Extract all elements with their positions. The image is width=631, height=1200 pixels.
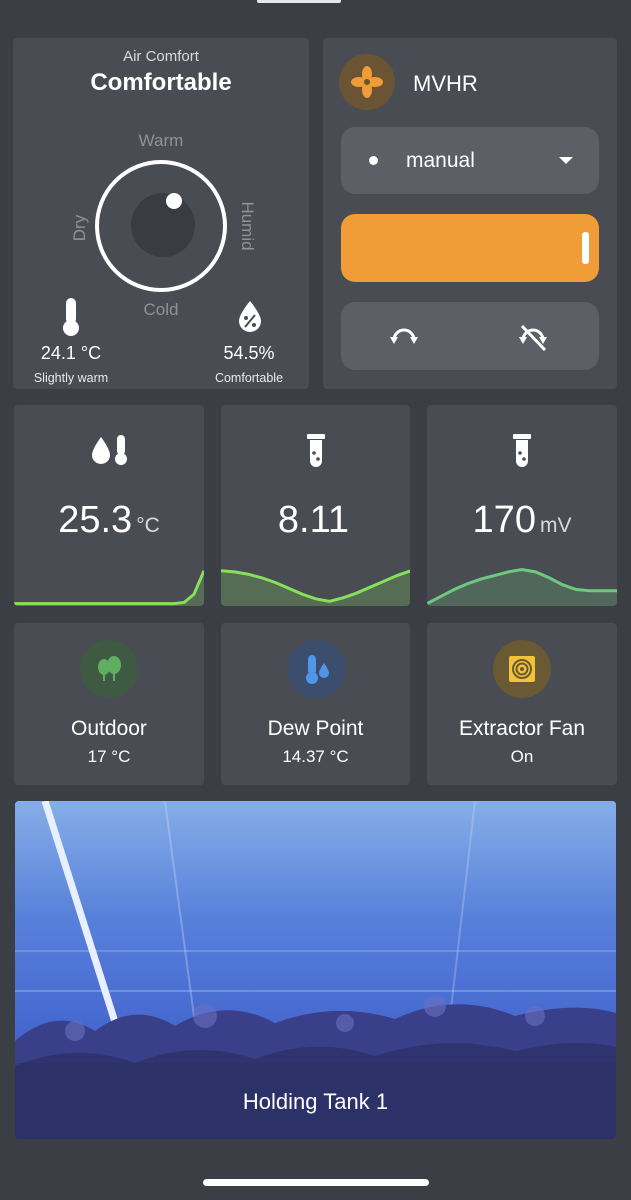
test-tube-icon <box>427 433 617 469</box>
sensor-unit: mV <box>539 514 572 537</box>
humidity-status: Comfortable <box>214 371 284 385</box>
air-comfort-state: Comfortable <box>90 69 232 96</box>
air-comfort-title: Air Comfort <box>123 48 199 65</box>
slider-handle[interactable] <box>582 232 589 264</box>
extractor-fan-icon <box>493 640 551 698</box>
mode-select-value: manual <box>406 149 475 172</box>
entity-name: Dew Point <box>267 717 364 740</box>
sparkline-line <box>14 570 204 606</box>
no-rotate-icon[interactable] <box>516 320 550 354</box>
mode-select[interactable]: manual <box>341 127 599 194</box>
mode-dot-icon <box>369 156 378 165</box>
water-temperature-icon <box>14 433 204 467</box>
thermometer-water-icon <box>287 640 345 698</box>
fan-speed-slider[interactable] <box>341 214 599 282</box>
fan-icon[interactable] <box>339 54 395 110</box>
thermometer-icon <box>57 296 85 343</box>
chevron-down-icon <box>559 157 573 164</box>
sparkline <box>427 568 617 606</box>
sensor-card-ph[interactable]: 8.11 <box>221 405 410 606</box>
entity-state: 17 °C <box>87 747 131 766</box>
entity-state: 14.37 °C <box>282 747 349 766</box>
tree-icon <box>80 640 138 698</box>
top-tab-indicator <box>257 0 341 3</box>
humidity-value: 54.5% <box>223 343 275 363</box>
rotate-icon[interactable] <box>387 320 421 354</box>
temperature-status: Slightly warm <box>33 371 109 385</box>
humidity-drop-icon <box>236 300 264 339</box>
entity-card-outdoor[interactable]: Outdoor 17 °C <box>14 623 204 785</box>
sensor-card-temperature[interactable]: 25.3 °C <box>14 405 204 606</box>
sensor-reading: 170 <box>472 499 536 541</box>
dial-label-dry: Dry <box>70 214 89 242</box>
temperature-value: 24.1 °C <box>40 343 102 363</box>
camera-feed[interactable]: Holding Tank 1 <box>15 801 616 1139</box>
entity-card-extractor-fan[interactable]: Extractor Fan On <box>427 623 617 785</box>
entity-name: Outdoor <box>71 717 147 740</box>
sensor-value: 8.11 <box>221 499 410 542</box>
comfort-dial-indicator <box>166 193 182 209</box>
dial-label-warm: Warm <box>138 131 184 150</box>
sensor-value: 170 mV <box>427 499 617 542</box>
sensor-value: 25.3 °C <box>14 499 204 542</box>
mvhr-card: MVHR manual <box>323 38 617 389</box>
sensor-reading: 25.3 <box>58 499 133 541</box>
entity-name: Extractor Fan <box>458 717 586 740</box>
entity-state: On <box>510 747 534 766</box>
home-indicator <box>203 1179 429 1186</box>
mvhr-title: MVHR <box>413 71 478 96</box>
sparkline-area <box>14 570 204 606</box>
sensor-card-orp[interactable]: 170 mV <box>427 405 617 606</box>
direction-controls <box>341 302 599 370</box>
sensor-reading: 8.11 <box>277 499 350 541</box>
camera-label: Holding Tank 1 <box>242 1089 389 1114</box>
sparkline <box>221 569 410 606</box>
comfort-dial-zone <box>131 193 195 257</box>
sparkline <box>14 570 204 606</box>
dial-label-humid: Humid <box>238 201 257 251</box>
test-tube-icon <box>221 433 410 469</box>
air-comfort-card[interactable]: Air Comfort Comfortable Warm Cold Dry Hu… <box>13 38 309 389</box>
sensor-unit: °C <box>136 514 160 537</box>
entity-card-dew-point[interactable]: Dew Point 14.37 °C <box>221 623 410 785</box>
